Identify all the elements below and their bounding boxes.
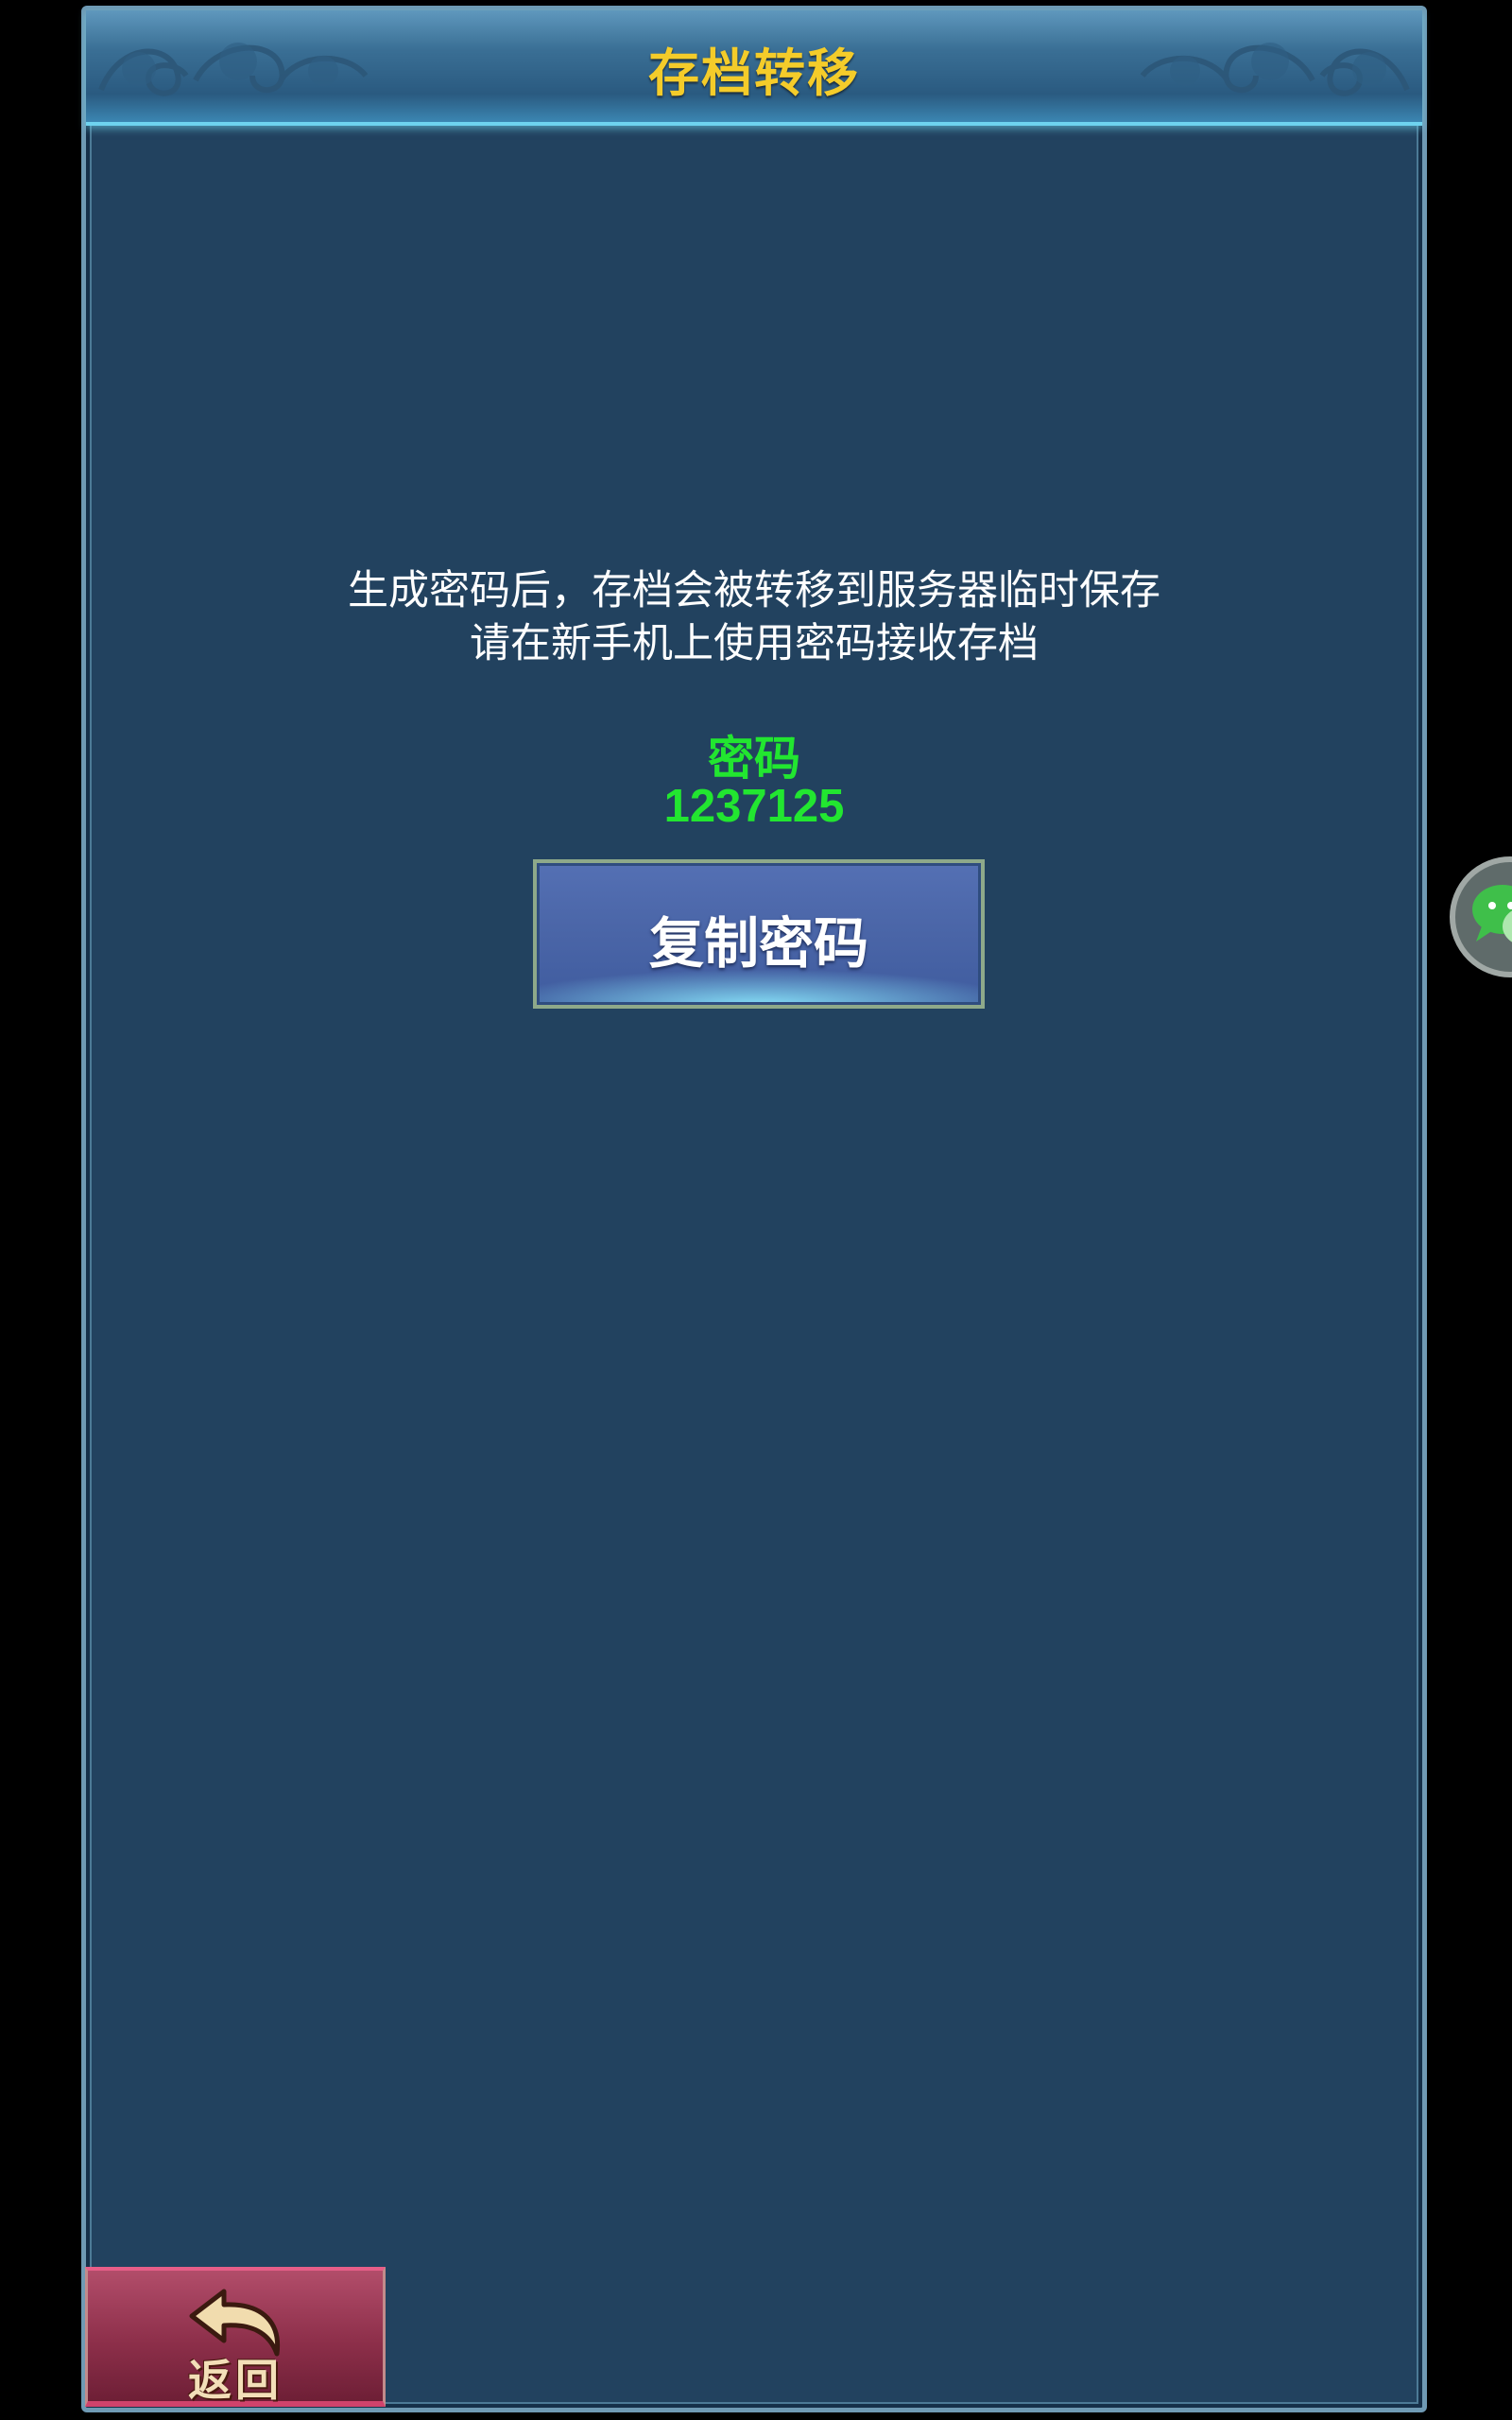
back-label: 返回 <box>188 2355 283 2406</box>
save-transfer-panel: 存档转移 生成密码后，存档会被转移到服务器临时保存 请在新手机上使用密码接收存档… <box>81 6 1427 2412</box>
page-title: 存档转移 <box>648 43 860 103</box>
back-button[interactable]: 返回 <box>85 2267 386 2407</box>
wechat-icon <box>1472 885 1512 942</box>
password-value: 1237125 <box>663 781 845 832</box>
wechat-share-button[interactable] <box>1450 856 1512 977</box>
title-bar: 存档转移 <box>86 10 1422 126</box>
instruction-line-1: 生成密码后，存档会被转移到服务器临时保存 <box>348 567 1160 614</box>
instruction-line-2: 请在新手机上使用密码接收存档 <box>470 620 1039 667</box>
copy-password-label: 复制密码 <box>648 911 868 976</box>
password-label: 密码 <box>707 732 800 786</box>
game-screen: 存档转移 生成密码后，存档会被转移到服务器临时保存 请在新手机上使用密码接收存档… <box>0 0 1512 2420</box>
transfer-instructions: 生成密码后，存档会被转移到服务器临时保存 请在新手机上使用密码接收存档 <box>86 564 1422 670</box>
copy-password-button[interactable]: 复制密码 <box>533 859 985 1009</box>
